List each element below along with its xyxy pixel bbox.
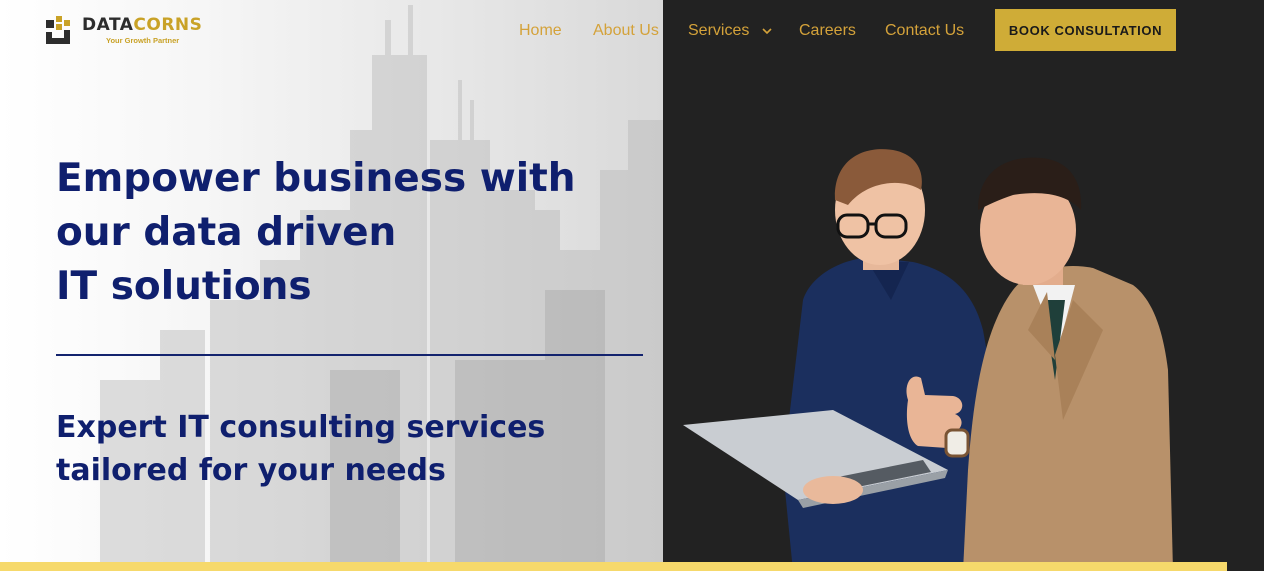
nav-home-link[interactable]: Home (519, 22, 562, 40)
hero-divider (56, 354, 643, 356)
nav-about-us-link[interactable]: About Us (593, 22, 659, 40)
hero-headline-line: our data driven (56, 210, 397, 255)
hero-headline-line: IT solutions (56, 264, 312, 309)
hero-headline-line: Empower business with (56, 156, 576, 201)
hero-headline: Empower business with our data driven IT… (56, 152, 656, 314)
hero-subheadline-line: Expert IT consulting services (56, 410, 546, 445)
hero-subheadline-line: tailored for your needs (56, 453, 446, 488)
bottom-accent-bar (0, 562, 1227, 571)
consultants-photo (683, 149, 1173, 571)
hero-subheadline: Expert IT consulting services tailored f… (56, 406, 656, 492)
